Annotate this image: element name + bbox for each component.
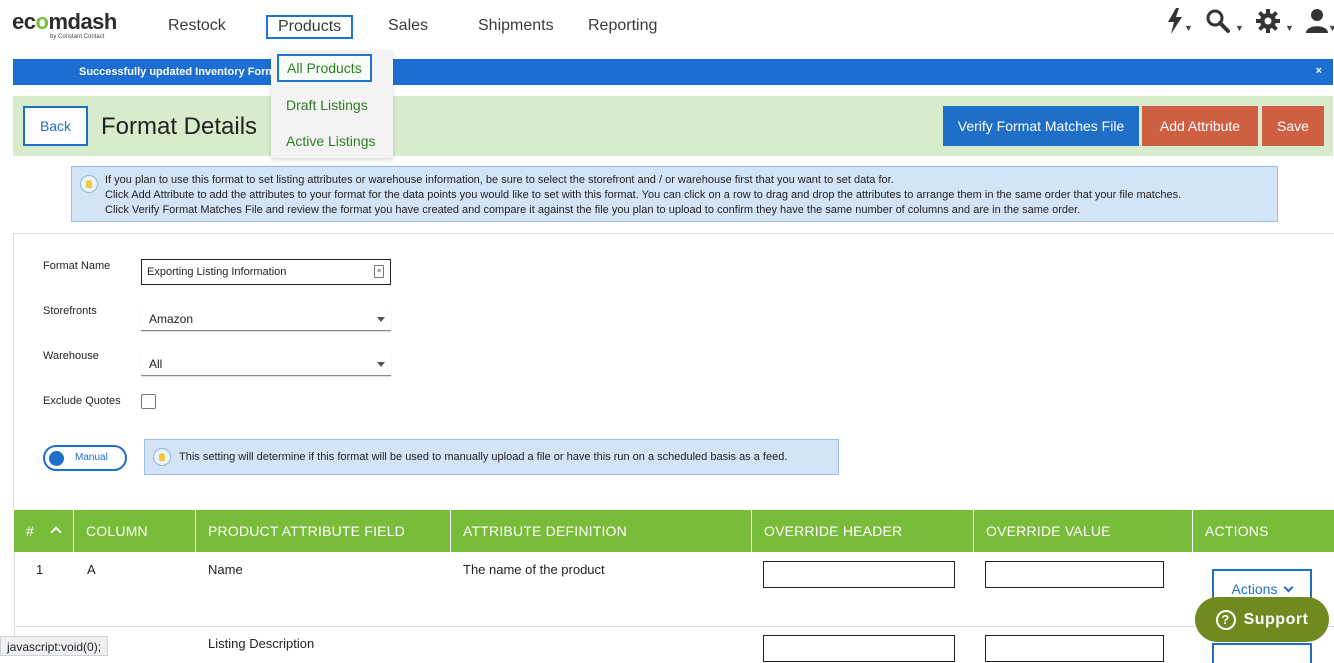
support-label: Support: [1243, 610, 1309, 628]
manual-feed-toggle[interactable]: Manual: [43, 445, 127, 471]
sort-asc-icon[interactable]: [50, 526, 62, 538]
dropdown-arrow-icon: [377, 317, 385, 322]
info-box: If you plan to use this format to set li…: [71, 166, 1278, 222]
chevron-down-icon: ▼: [1328, 23, 1334, 33]
table-header: # COLUMN PRODUCT ATTRIBUTE FIELD ATTRIBU…: [14, 510, 1334, 552]
info-line-3: Click Verify Format Matches File and rev…: [105, 204, 1081, 216]
table-row[interactable]: Listing Description: [14, 627, 1334, 663]
table-row[interactable]: 1 A Name The name of the product Actions: [14, 552, 1334, 627]
format-header: Back Format Details Verify Format Matche…: [13, 96, 1333, 156]
mode-info-box: This setting will determine if this form…: [144, 439, 839, 475]
dropdown-arrow-icon: [377, 362, 385, 367]
header-attribute-definition: ATTRIBUTE DEFINITION: [451, 510, 752, 552]
override-value-input[interactable]: [985, 561, 1164, 588]
mode-info-text: This setting will determine if this form…: [179, 451, 788, 463]
verify-format-button[interactable]: Verify Format Matches File: [943, 106, 1139, 146]
lightbulb-icon: [80, 175, 98, 193]
chevron-down-icon: ▼: [1184, 23, 1193, 33]
exclude-quotes-label: Exclude Quotes: [43, 395, 121, 407]
chevron-down-icon: ▼: [1235, 23, 1244, 33]
warehouse-value: All: [149, 357, 163, 371]
format-name-input[interactable]: Exporting Listing Information ≡: [141, 259, 391, 285]
row-field: Listing Description: [208, 636, 315, 651]
header-product-attribute-field: PRODUCT ATTRIBUTE FIELD: [196, 510, 451, 552]
override-value-input[interactable]: [985, 635, 1164, 662]
row-field: Name: [208, 562, 243, 577]
nav-reporting[interactable]: Reporting: [588, 17, 657, 35]
row-column: A: [87, 562, 96, 577]
actions-button[interactable]: [1212, 643, 1312, 663]
storefronts-value: Amazon: [149, 312, 194, 326]
nav-sales[interactable]: Sales: [388, 17, 428, 35]
menu-item-active-listings[interactable]: Active Listings: [286, 133, 375, 149]
row-num: 1: [36, 562, 44, 577]
help-icon: ?: [1215, 609, 1236, 630]
menu-item-draft-listings[interactable]: Draft Listings: [286, 97, 368, 113]
logo-wordmark: ecomdash: [12, 9, 117, 34]
exclude-quotes-checkbox[interactable]: [141, 394, 156, 409]
nav-shipments[interactable]: Shipments: [478, 17, 554, 35]
support-button[interactable]: ? Support: [1195, 597, 1329, 642]
search-icon[interactable]: [1206, 9, 1230, 33]
chevron-down-icon: [1284, 582, 1294, 592]
storefronts-label: Storefronts: [43, 305, 97, 317]
nav-products[interactable]: Products: [266, 15, 354, 39]
back-button[interactable]: Back: [23, 106, 88, 146]
close-icon[interactable]: ×: [1316, 65, 1322, 77]
toggle-label: Manual: [75, 452, 108, 463]
format-name-value: Exporting Listing Information: [147, 266, 287, 278]
override-header-input[interactable]: [763, 635, 955, 662]
header-num[interactable]: #: [14, 510, 74, 552]
lightbulb-icon: [153, 448, 171, 466]
page-title: Format Details: [101, 113, 258, 140]
warehouse-label: Warehouse: [43, 350, 99, 362]
info-line-2: Click Add Attribute to add the attribute…: [105, 189, 1182, 201]
gear-icon[interactable]: [1256, 9, 1280, 33]
nav-restock[interactable]: Restock: [168, 17, 226, 35]
header-override-header: OVERRIDE HEADER: [752, 510, 974, 552]
user-icon[interactable]: [1305, 8, 1329, 34]
header-actions: ACTIONS: [1205, 523, 1269, 539]
browser-status-bar: javascript:void(0);: [0, 636, 109, 656]
add-attribute-button[interactable]: Add Attribute: [1142, 106, 1258, 146]
contact-card-icon: ≡: [374, 265, 384, 278]
save-button[interactable]: Save: [1262, 106, 1324, 146]
banner-message: Successfully updated Inventory Form: [79, 66, 276, 78]
top-nav: ecomdash by Constant Contact Restock Pro…: [0, 0, 1334, 54]
info-line-1: If you plan to use this format to set li…: [105, 174, 894, 186]
warehouse-select[interactable]: All: [141, 352, 391, 376]
header-column: COLUMN: [74, 510, 196, 552]
menu-item-all-products[interactable]: All Products: [277, 54, 372, 82]
format-name-label: Format Name: [43, 260, 111, 272]
row-definition: The name of the product: [463, 562, 605, 577]
chevron-down-icon: ▼: [1285, 23, 1294, 33]
success-banner: Successfully updated Inventory Form ×: [13, 59, 1333, 85]
header-override-value: OVERRIDE VALUE: [974, 510, 1193, 552]
ecomdash-logo[interactable]: ecomdash by Constant Contact: [12, 9, 117, 40]
storefronts-select[interactable]: Amazon: [141, 307, 391, 331]
toggle-knob: [49, 451, 64, 466]
products-dropdown: All Products Draft Listings Active Listi…: [271, 50, 393, 158]
override-header-input[interactable]: [763, 561, 955, 588]
